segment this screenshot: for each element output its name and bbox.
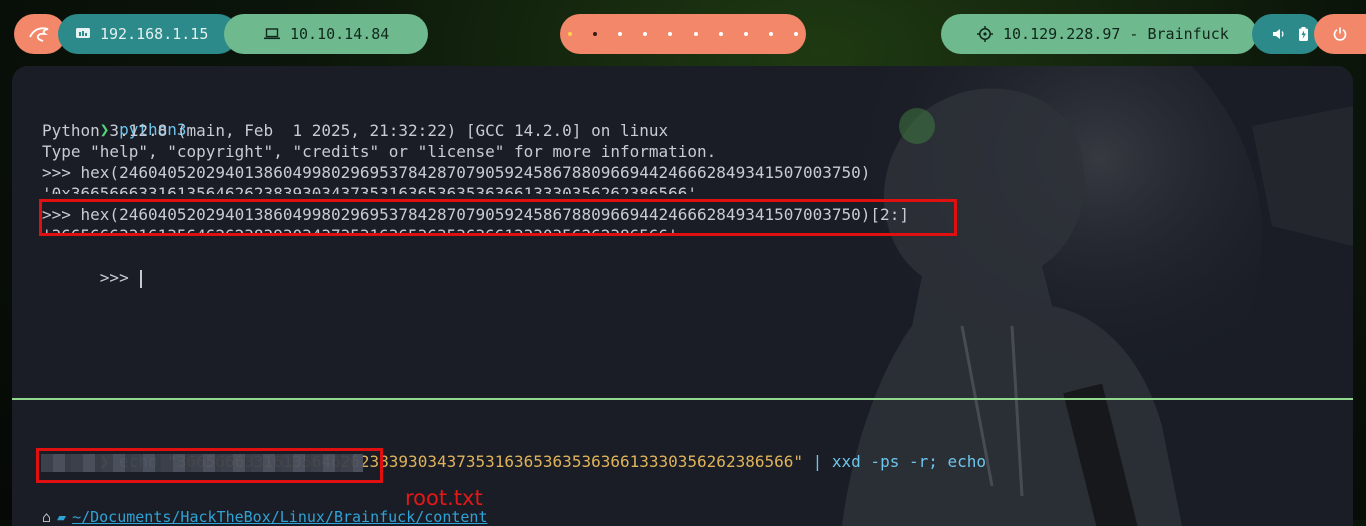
home-icon: ⌂ (42, 508, 52, 526)
workspace-dot[interactable] (593, 32, 598, 36)
volume-icon[interactable] (1272, 28, 1285, 40)
workspace-dot[interactable] (668, 32, 673, 36)
terminal-pane-python[interactable]: ❯ python3 Python 3.12.8 (main, Feb 1 202… (12, 66, 1353, 399)
workspace-switcher[interactable] (560, 14, 806, 54)
workspace-dot[interactable] (568, 32, 572, 36)
python-input-line: >>> hex(24604052029401386049980296953784… (42, 163, 871, 182)
workspace-dot[interactable] (718, 32, 723, 36)
text-cursor (140, 269, 143, 288)
kali-dragon-icon (28, 25, 52, 43)
python-prompt: >>> (99, 268, 139, 287)
battery-icon[interactable] (1299, 27, 1308, 41)
target-icon (977, 26, 993, 42)
vpn-ip-text: 10.10.14.84 (290, 25, 390, 43)
workspace-dot[interactable] (743, 32, 748, 36)
highlight-box-flag (36, 448, 383, 483)
local-ip-widget[interactable]: 192.168.1.15 (58, 14, 238, 54)
highlight-box-command (39, 199, 957, 236)
output-line: Type "help", "copyright", "credits" or "… (42, 142, 717, 161)
vpn-ip-widget[interactable]: 10.10.14.84 (224, 14, 428, 54)
python-output-line: '0x3665666331613564626238393034373531636… (42, 184, 698, 194)
folder-icon: ▰ (57, 508, 67, 526)
local-ip-text: 192.168.1.15 (100, 25, 209, 43)
workspace-dot[interactable] (768, 32, 773, 36)
current-path: ~/Documents/HackTheBox/Linux/Brainfuck/c… (72, 508, 488, 526)
python-prompt-line: >>> (42, 246, 143, 309)
next-prompt-line: ⌂ ▰ ~/Documents/HackTheBox/Linux/Brainfu… (42, 508, 487, 526)
laptop-icon (264, 28, 280, 40)
workspace-dot[interactable] (693, 32, 698, 36)
annotation-label: root.txt (405, 486, 483, 510)
workspace-dot[interactable] (643, 32, 648, 36)
command-pipe: | xxd -ps -r; echo (803, 452, 987, 471)
output-line: Python 3.12.8 (main, Feb 1 2025, 21:32:2… (42, 121, 669, 140)
workspace-dot[interactable] (793, 32, 798, 36)
power-button[interactable] (1314, 14, 1366, 54)
system-tray (1252, 14, 1322, 54)
top-bar: 192.168.1.15 10.10.14.84 10.129.228.97 -… (0, 0, 1366, 68)
target-widget[interactable]: 10.129.228.97 - Brainfuck (941, 14, 1257, 54)
terminal-window[interactable]: ❯ python3 Python 3.12.8 (main, Feb 1 202… (12, 66, 1353, 526)
network-icon (76, 28, 90, 40)
target-text: 10.129.228.97 - Brainfuck (1003, 25, 1229, 43)
workspace-dot[interactable] (618, 32, 623, 36)
power-icon (1332, 26, 1348, 42)
